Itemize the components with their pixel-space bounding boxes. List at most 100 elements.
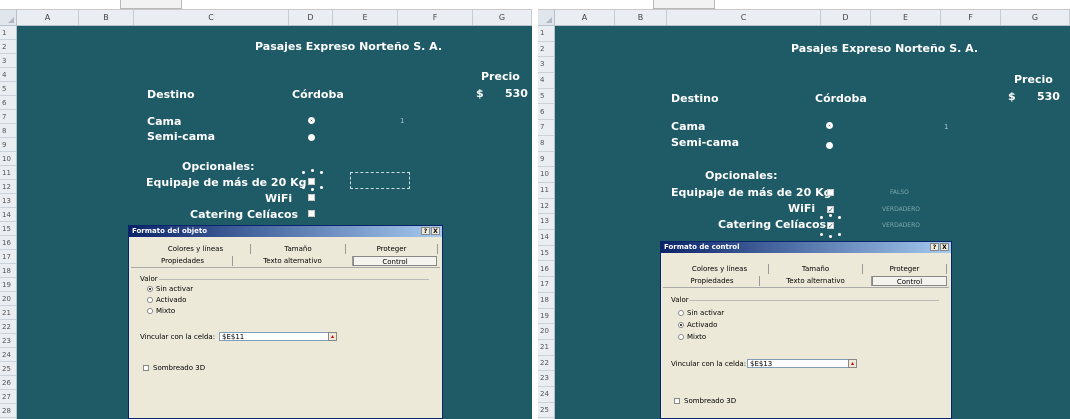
row-header-cell[interactable]: 23 xyxy=(538,371,554,388)
selection-handle[interactable] xyxy=(829,235,832,238)
col-header-b[interactable]: B xyxy=(79,10,134,25)
row-header-cell[interactable]: 9 xyxy=(538,152,554,168)
row-header-cell[interactable]: 6 xyxy=(0,96,16,110)
selection-handle[interactable] xyxy=(838,216,841,219)
row-header-cell[interactable]: 23 xyxy=(0,334,16,348)
row-header-cell[interactable]: 7 xyxy=(538,120,554,136)
row-header-cell[interactable]: 27 xyxy=(0,390,16,404)
row-header-cell[interactable]: 25 xyxy=(0,362,16,376)
wifi-checkbox[interactable] xyxy=(308,194,315,201)
row-header-cell[interactable]: 26 xyxy=(0,376,16,390)
tab-tamano[interactable]: Tamaño xyxy=(769,264,863,274)
col-header-d[interactable]: D xyxy=(289,10,333,25)
row-header-cell[interactable]: 19 xyxy=(538,309,554,325)
row-header-cell[interactable]: 14 xyxy=(0,208,16,222)
row-header-cell[interactable]: 15 xyxy=(0,222,16,236)
selection-handle[interactable] xyxy=(311,169,314,172)
col-header-g[interactable]: G xyxy=(1001,10,1070,25)
row-header-cell[interactable]: 11 xyxy=(538,183,554,199)
row-header-cell[interactable]: 17 xyxy=(0,250,16,264)
row-header-cell[interactable]: 4 xyxy=(538,73,554,89)
sin-activar-label[interactable]: Sin activar xyxy=(156,285,193,293)
sombreado-3d-label[interactable]: Sombreado 3D xyxy=(684,397,736,405)
col-header-b[interactable]: B xyxy=(615,10,667,25)
row-header-cell[interactable]: 7 xyxy=(0,110,16,124)
row-header-cell[interactable]: 11 xyxy=(0,166,16,180)
row-header-cell[interactable]: 3 xyxy=(538,57,554,74)
row-header-cell[interactable]: 24 xyxy=(0,348,16,362)
semicama-radio-button[interactable] xyxy=(308,134,315,141)
help-button[interactable]: ? xyxy=(421,227,430,235)
tab-control[interactable]: Control xyxy=(872,276,947,286)
selection-handle[interactable] xyxy=(820,216,823,219)
dialog-title-bar[interactable]: Formato del objeto ? X xyxy=(129,226,442,237)
select-all-corner[interactable] xyxy=(0,10,17,25)
mixto-radio[interactable] xyxy=(678,334,684,340)
tab-propiedades[interactable]: Propiedades xyxy=(665,276,760,286)
semicama-radio-button[interactable] xyxy=(826,142,833,149)
row-header-cell[interactable]: 1 xyxy=(538,26,554,42)
row-header-cell[interactable]: 4 xyxy=(0,68,16,82)
row-header-cell[interactable]: 1 xyxy=(0,26,16,40)
selection-handle[interactable] xyxy=(829,214,832,217)
row-header-cell[interactable]: 12 xyxy=(538,199,554,215)
row-header-cell[interactable]: 20 xyxy=(538,324,554,340)
sombreado-3d-label[interactable]: Sombreado 3D xyxy=(153,364,205,372)
sin-activar-label[interactable]: Sin activar xyxy=(687,309,724,317)
mixto-label[interactable]: Mixto xyxy=(687,333,706,341)
cama-radio-button[interactable] xyxy=(308,117,315,124)
row-header-cell[interactable]: 9 xyxy=(0,138,16,152)
cama-radio-button[interactable] xyxy=(826,122,833,129)
row-header-cell[interactable]: 13 xyxy=(0,194,16,208)
selection-handle[interactable] xyxy=(838,233,841,236)
row-header-cell[interactable]: 22 xyxy=(0,320,16,334)
row-header-cell[interactable]: 16 xyxy=(0,236,16,250)
col-header-a[interactable]: A xyxy=(555,10,615,25)
row-header-cell[interactable]: 14 xyxy=(538,230,554,246)
col-header-c[interactable]: C xyxy=(134,10,289,25)
wifi-checkbox[interactable]: ✓ xyxy=(827,206,834,214)
row-header-cell[interactable]: 10 xyxy=(0,152,16,166)
row-header-cell[interactable]: 3 xyxy=(0,54,16,68)
selection-handle[interactable] xyxy=(820,233,823,236)
row-header-cell[interactable]: 20 xyxy=(0,292,16,306)
row-header-cell[interactable]: 24 xyxy=(538,387,554,403)
row-header-cell[interactable]: 25 xyxy=(538,403,554,419)
selection-handle[interactable] xyxy=(302,186,305,189)
row-header-cell[interactable]: 13 xyxy=(538,214,554,231)
mixto-label[interactable]: Mixto xyxy=(156,307,175,315)
tab-texto-alternativo[interactable]: Texto alternativo xyxy=(760,276,872,286)
row-header-cell[interactable]: 15 xyxy=(538,246,554,262)
cell-picker-icon[interactable]: ▴ xyxy=(848,359,857,368)
link-cell-input[interactable]: $E$13 xyxy=(747,359,857,368)
col-header-a[interactable]: A xyxy=(17,10,79,25)
col-header-d[interactable]: D xyxy=(821,10,871,25)
tab-control[interactable]: Control xyxy=(353,256,437,266)
activado-label[interactable]: Activado xyxy=(156,296,186,304)
close-button[interactable]: X xyxy=(431,227,440,235)
cell-picker-icon[interactable]: ▴ xyxy=(328,332,337,341)
link-cell-input[interactable]: $E$11 xyxy=(219,332,337,341)
row-header-cell[interactable]: 18 xyxy=(0,264,16,278)
mixto-radio[interactable] xyxy=(147,308,153,314)
row-header-cell[interactable]: 6 xyxy=(538,105,554,121)
equipaje-checkbox[interactable] xyxy=(308,178,315,185)
tab-colores-lineas[interactable]: Colores y líneas xyxy=(141,244,251,254)
activado-label[interactable]: Activado xyxy=(687,321,717,329)
tab-propiedades[interactable]: Propiedades xyxy=(133,256,233,266)
row-header-cell[interactable]: 21 xyxy=(538,340,554,356)
sombreado-3d-checkbox[interactable] xyxy=(143,365,149,371)
tab-proteger[interactable]: Proteger xyxy=(863,264,947,274)
tab-colores-lineas[interactable]: Colores y líneas xyxy=(671,264,769,274)
col-header-c[interactable]: C xyxy=(667,10,821,25)
tab-tamano[interactable]: Tamaño xyxy=(251,244,346,254)
selection-handle[interactable] xyxy=(320,171,323,174)
selection-handle[interactable] xyxy=(320,186,323,189)
select-all-corner[interactable] xyxy=(538,10,555,25)
row-header-cell[interactable]: 17 xyxy=(538,277,554,293)
catering-checkbox[interactable]: ✓ xyxy=(827,222,834,230)
row-header-cell[interactable]: 22 xyxy=(538,356,554,372)
equipaje-checkbox[interactable] xyxy=(827,189,834,196)
row-header-cell[interactable]: 2 xyxy=(0,40,16,54)
row-header-cell[interactable]: 8 xyxy=(0,124,16,138)
